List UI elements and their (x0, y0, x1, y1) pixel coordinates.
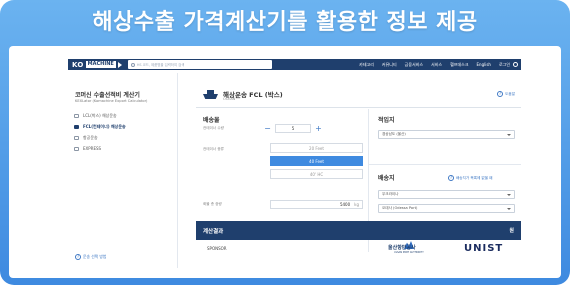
cargo-heading: 배송물 (203, 117, 220, 124)
chevron-down-icon (507, 208, 511, 210)
slide-frame: 해상수출 가격계산기를 활용한 정보 제공 KO MACHINE HS 코드, … (0, 0, 570, 285)
sponsor-label: SPONSOR (207, 246, 227, 251)
sidebar-item-express[interactable]: EXPRESS (74, 144, 174, 153)
question-icon: ? (497, 91, 504, 97)
result-label: 계산결과 (203, 228, 224, 235)
quantity-stepper: − 5 + (263, 124, 323, 133)
nav-item-community[interactable]: 커뮤니티 (382, 62, 397, 68)
origin-select[interactable]: 경상남도 (울산) (378, 130, 515, 139)
page-subtitle: OCEAN (223, 97, 236, 101)
nav-item-service[interactable]: 서비스 (431, 62, 442, 68)
komachine-logo[interactable]: KO MACHINE (68, 59, 122, 70)
quantity-field[interactable]: 5 (275, 124, 311, 133)
chevron-down-icon (507, 194, 511, 196)
origin-heading: 적입지 (378, 117, 395, 124)
result-bar: 계산결과 원 (196, 221, 521, 240)
sidebar-item-label: FCL(컨테이너) 해상운송 (83, 123, 126, 129)
weight-label: 화물 총 중량 (203, 202, 222, 206)
container-option-40ft[interactable]: 40 Feet (270, 156, 363, 166)
question-icon: ? (75, 254, 81, 260)
sidebar-help-label: 운송 선택 방법 (83, 254, 107, 259)
box-icon (74, 113, 79, 118)
unist-logo[interactable]: UNIST (464, 243, 503, 254)
search-icon (130, 62, 135, 67)
qty-label: 컨테이너 수량 (203, 126, 224, 130)
result-currency: 원 (509, 228, 514, 234)
container-option-40hc[interactable]: 40' HC (270, 169, 363, 179)
nav-item-helpdesk[interactable]: 헬프데스크 (450, 62, 468, 68)
nav-item-login[interactable]: 로그인 (499, 62, 510, 68)
sidebar-item-label: LCL(박스) 해상운송 (83, 112, 117, 118)
app-screenshot-panel: KO MACHINE HS 코드, 제품명을 입력하여 검색 카테고리 커뮤니티… (9, 46, 561, 278)
container-option-20ft[interactable]: 20 Feet (270, 143, 363, 153)
plus-button[interactable]: + (314, 124, 323, 133)
dest-port-value: 오데사 (Odessa Port) (382, 206, 418, 210)
container-type-label: 컨테이너 종류 (203, 147, 224, 151)
weight-unit: kg (354, 202, 359, 207)
top-navbar: KO MACHINE HS 코드, 제품명을 입력하여 검색 카테고리 커뮤니티… (68, 59, 521, 70)
sidebar-item-label: EXPRESS (83, 146, 102, 151)
sidebar-item-fcl[interactable]: FCL(컨테이너) 해상운송 (74, 122, 174, 131)
ulsan-port-logo[interactable]: 울산항만공사 ULSAN PORT AUTHORITY (380, 240, 446, 258)
sidebar: 코머신 수출선적비 계산기 KEXLator (Komachine Export… (68, 73, 178, 268)
minus-button[interactable]: − (263, 124, 272, 133)
dest-heading: 배송지 (378, 175, 395, 182)
search-placeholder: HS 코드, 제품명을 입력하여 검색 (136, 63, 185, 67)
divider (196, 107, 521, 108)
plane-icon (74, 135, 79, 140)
nav-item-finance[interactable]: 금융서비스 (405, 62, 423, 68)
dest-country-select[interactable]: 우크라이나 (378, 190, 515, 199)
section-divider (369, 164, 521, 165)
nav-menu: 카테고리 커뮤니티 금융서비스 서비스 헬프데스크 English 로그인 (351, 62, 521, 68)
ulsan-port-name-en: ULSAN PORT AUTHORITY (394, 251, 424, 254)
help-label: 도움말 (505, 91, 515, 96)
chevron-down-icon (507, 134, 511, 136)
truck-icon (74, 146, 79, 151)
power-icon[interactable] (513, 62, 518, 67)
logo-arrow-icon (117, 61, 122, 68)
question-icon: ? (448, 175, 454, 181)
container-icon (74, 124, 79, 129)
dest-country-value: 우크라이나 (382, 192, 399, 196)
help-link[interactable]: ? 도움말 (497, 91, 515, 97)
weight-value: 5400 (339, 202, 351, 207)
dest-port-select[interactable]: 오데사 (Odessa Port) (378, 204, 515, 213)
nav-item-category[interactable]: 카테고리 (359, 62, 374, 68)
ulsan-port-name: 울산항만공사 (388, 245, 416, 251)
nav-item-english[interactable]: English (477, 62, 491, 67)
sidebar-subtitle: KEXLator (Komachine Export Calculator) (75, 99, 148, 103)
logo-machine: MACHINE (85, 61, 116, 68)
search-input[interactable]: HS 코드, 제품명을 입력하여 검색 (127, 60, 272, 69)
weight-field[interactable]: 5400 kg (270, 200, 363, 209)
sidebar-item-lcl[interactable]: LCL(박스) 해상운송 (74, 111, 174, 120)
slide-headline: 해상수출 가격계산기를 활용한 정보 제공 (92, 10, 478, 35)
sidebar-item-label: 항공운송 (83, 134, 98, 140)
origin-select-value: 경상남도 (울산) (382, 132, 406, 136)
dest-missing-link[interactable]: ? 배송지가 목록에 없을 때 (448, 175, 493, 181)
dest-missing-label: 배송지가 목록에 없을 때 (456, 175, 493, 180)
sidebar-title: 코머신 수출선적비 계산기 (75, 92, 140, 99)
logo-ko: KO (72, 60, 84, 69)
sidebar-help-link[interactable]: ? 운송 선택 방법 (75, 254, 106, 260)
ship-icon (203, 90, 218, 100)
sidebar-item-air[interactable]: 항공운송 (74, 133, 174, 142)
